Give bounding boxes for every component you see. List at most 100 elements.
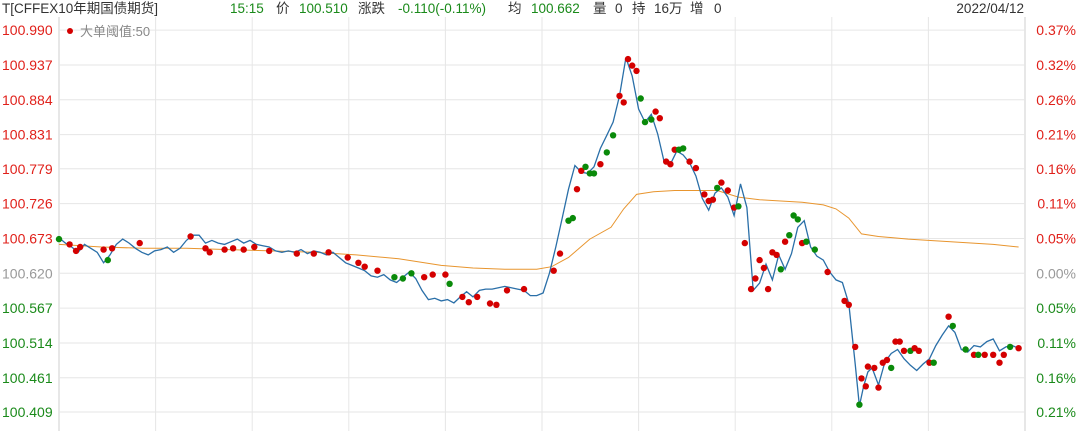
y-tick-left: 100.461	[2, 370, 53, 386]
big-sell-marker	[747, 285, 755, 293]
y-tick-right: 0.05%	[1036, 230, 1076, 246]
big-sell-marker	[421, 274, 428, 281]
big-sell-marker	[503, 287, 511, 294]
big-sell-marker	[900, 347, 908, 354]
big-buy-marker	[641, 118, 649, 126]
big-sell-marker	[633, 67, 640, 75]
big-sell-marker	[486, 300, 494, 307]
big-sell-marker	[692, 164, 700, 172]
big-sell-marker	[652, 108, 659, 115]
big-buy-marker	[930, 359, 937, 366]
y-tick-right: 0.16%	[1036, 161, 1076, 177]
y-tick-left: 100.937	[2, 57, 53, 73]
big-buy-marker	[735, 203, 742, 210]
big-sell-marker	[266, 247, 273, 255]
big-sell-marker	[871, 364, 878, 372]
big-sell-marker	[883, 356, 891, 364]
big-buy-marker	[408, 270, 415, 277]
big-buy-marker	[399, 275, 407, 282]
y-tick-right: 0.21%	[1036, 127, 1076, 143]
big-sell-marker	[325, 249, 332, 256]
big-buy-marker	[446, 280, 453, 287]
big-sell-marker	[718, 179, 725, 186]
big-sell-marker	[764, 285, 772, 293]
big-sell-marker	[709, 196, 717, 203]
big-sell-marker	[741, 239, 748, 247]
big-sell-marker	[752, 275, 759, 282]
big-sell-marker	[981, 351, 988, 358]
big-buy-marker	[590, 170, 598, 177]
big-sell-marker	[875, 384, 882, 391]
grid-lines	[58, 17, 1026, 431]
big-sell-marker	[1000, 351, 1007, 358]
big-buy-marker	[648, 116, 655, 123]
big-sell-marker	[344, 254, 351, 261]
big-buy-marker	[603, 149, 610, 156]
big-sell-marker	[240, 246, 247, 253]
big-sell-marker	[442, 271, 449, 278]
big-buy-marker	[637, 95, 644, 102]
y-tick-right: 0.37%	[1036, 22, 1076, 38]
big-sell-marker	[459, 293, 466, 301]
big-sell-marker	[221, 246, 228, 253]
y-tick-left: 100.409	[2, 404, 53, 420]
big-buy-marker	[794, 216, 801, 223]
big-buy-marker	[104, 256, 112, 264]
big-sell-marker	[845, 301, 852, 308]
big-sell-marker	[915, 347, 922, 354]
big-sell-marker	[701, 191, 708, 198]
big-buy-marker	[55, 235, 63, 243]
big-sell-marker	[824, 268, 831, 276]
y-axis-right-ticks: 0.37% 0.32% 0.26% 0.21% 0.16% 0.11% 0.05% 0.00%…	[1036, 22, 1076, 420]
big-buy-marker	[1006, 343, 1014, 351]
y-tick-right: 0.11%	[1037, 196, 1076, 212]
big-sell-marker	[465, 299, 472, 306]
y-tick-left: 100.567	[2, 300, 53, 316]
big-sell-marker	[686, 158, 693, 165]
big-buy-marker	[856, 401, 863, 408]
big-buy-marker	[888, 364, 895, 372]
big-sell-marker	[620, 99, 627, 106]
big-sell-marker	[355, 259, 362, 266]
price-line	[58, 57, 1019, 407]
big-sell-marker	[550, 267, 557, 274]
big-sell-marker	[187, 233, 194, 240]
big-sell-marker	[597, 161, 604, 168]
big-buy-marker	[569, 214, 576, 222]
big-sell-marker	[945, 313, 952, 320]
big-sell-marker	[667, 161, 674, 168]
big-sell-marker	[229, 245, 237, 252]
big-sell-marker	[310, 250, 317, 257]
big-sell-marker	[896, 338, 903, 345]
y-tick-left: 100.514	[2, 335, 53, 351]
big-sell-marker	[361, 263, 368, 270]
big-buy-marker	[811, 246, 818, 253]
y-tick-left: 100.831	[2, 127, 53, 143]
legend: 大单阈值:50	[67, 24, 150, 39]
big-sell-marker	[1015, 345, 1022, 352]
big-sell-marker	[520, 285, 528, 293]
big-sell-marker	[858, 375, 865, 382]
big-sell-marker	[756, 256, 763, 264]
big-buy-marker	[714, 184, 721, 192]
y-tick-left: 100.673	[2, 230, 53, 246]
big-sell-marker	[760, 264, 768, 272]
y-tick-left: 100.990	[2, 22, 53, 38]
big-buy-marker	[777, 266, 784, 273]
big-buy-marker	[962, 346, 969, 353]
big-sell-marker	[629, 62, 636, 69]
y-tick-left: 100.779	[2, 161, 53, 177]
y-tick-right: 0.05%	[1036, 300, 1076, 316]
big-buy-marker	[582, 163, 589, 170]
big-sell-marker	[781, 238, 789, 245]
y-tick-left: 100.620	[2, 265, 53, 281]
big-buy-marker	[803, 238, 810, 245]
big-buy-marker	[975, 351, 982, 358]
big-sell-marker	[251, 243, 258, 251]
big-buy-marker	[391, 274, 398, 281]
y-tick-right: 0.00%	[1036, 265, 1076, 281]
big-sell-marker	[990, 351, 997, 358]
big-sell-marker	[108, 245, 116, 252]
intraday-chart: 100.990 100.937 100.884 100.831 100.779 100.7…	[2, 17, 1076, 431]
y-axis-left-ticks: 100.990 100.937 100.884 100.831 100.779 100.7…	[2, 22, 53, 420]
